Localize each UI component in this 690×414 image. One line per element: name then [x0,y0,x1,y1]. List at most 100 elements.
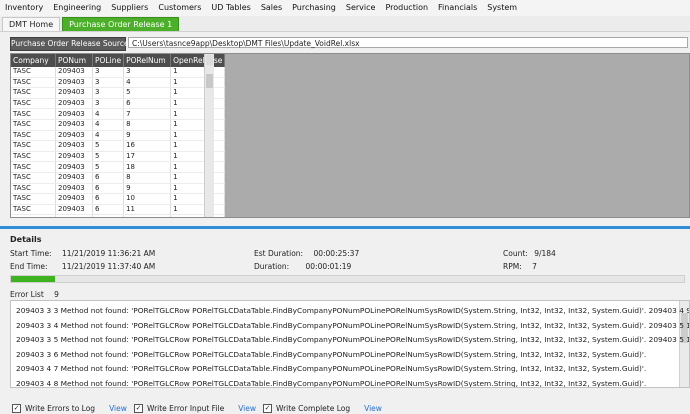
option-checkbox[interactable]: ✓ [263,404,272,413]
table-cell: 3 [92,77,125,89]
column-header-poline[interactable]: POLine [92,54,125,67]
option-label: Write Error Input File [147,404,225,413]
table-row[interactable]: TASC 209403 6 9 1 [11,183,226,195]
table-cell: 6 [92,204,125,216]
error-row[interactable]: 209403 4 8 Method not found: 'PORelTGLCR… [16,377,646,387]
table-cell: 6 [92,183,125,195]
table-cell: 209403 [55,151,93,163]
end-time: End Time: 11/21/2019 11:37:40 AM [10,262,155,271]
table-row[interactable]: TASC 209403 6 8 1 [11,172,226,184]
end-time-value: 11/21/2019 11:37:40 AM [61,262,156,271]
menu-item-ud-tables[interactable]: UD Tables [206,0,255,16]
menu-item-suppliers[interactable]: Suppliers [106,0,153,16]
table-cell: TASC [11,183,56,195]
menu-item-inventory[interactable]: Inventory [0,0,48,16]
table-row[interactable]: TASC 209403 6 11 1 [11,204,226,216]
table-row[interactable]: TASC 209403 3 6 1 [11,98,226,110]
table-cell: 209403 [55,193,93,205]
tab-purchase-order-release[interactable]: Purchase Order Release 1 [62,17,180,31]
main-menu-bar: Inventory Engineering Suppliers Customers UD… [0,0,690,17]
start-time: Start Time: 11/21/2019 11:36:21 AM [10,249,155,258]
menu-item-engineering[interactable]: Engineering [48,0,106,16]
table-cell: 1 [170,77,226,89]
column-header-porelnum[interactable]: PORelNum [123,54,172,67]
menu-item-customers[interactable]: Customers [153,0,206,16]
option-label: Write Complete Log [276,404,351,413]
table-cell: TASC [11,77,56,89]
option-checkbox[interactable]: ✓ [134,404,143,413]
table-cell: 18 [123,161,172,173]
table-cell: TASC [11,67,56,78]
view-log-link[interactable]: View [238,404,256,413]
menu-item-production[interactable]: Production [380,0,433,16]
table-row[interactable]: TASC 209403 4 9 1 [11,130,226,142]
option-2: ✓ Write Complete Log View [263,404,382,413]
table-row[interactable]: TASC 209403 3 4 1 [11,77,226,89]
table-cell: 4 [92,119,125,131]
table-cell: 3 [92,98,125,110]
table-cell: 1 [170,183,226,195]
duration: Duration: 00:00:01:19 [254,262,351,271]
table-row[interactable]: TASC 209403 5 16 1 [11,140,226,152]
menu-item-financials[interactable]: Financials [433,0,482,16]
table-row[interactable]: TASC 209403 5 18 1 [11,161,226,173]
table-row[interactable]: TASC 209403 6 10 1 [11,193,226,205]
error-row[interactable]: 209403 3 6 Method not found: 'PORelTGLCR… [16,348,646,362]
table-cell: 4 [92,130,125,142]
table-row[interactable]: TASC 209403 3 5 1 [11,87,226,99]
table-cell: 16 [123,140,172,152]
menu-item-sales[interactable]: Sales [256,0,287,16]
table-cell: TASC [11,193,56,205]
table-cell: 209403 [55,172,93,184]
menu-item-purchasing[interactable]: Purchasing [287,0,341,16]
table-row[interactable]: TASC2094036121 [11,214,226,217]
view-log-link[interactable]: View [109,404,127,413]
rpm-label: RPM: [503,262,522,271]
table-cell: 1 [170,172,226,184]
menu-item-system[interactable]: System [482,0,522,16]
option-checkbox[interactable]: ✓ [12,404,21,413]
table-cell: 3 [92,67,125,78]
table-cell: 209403 [55,214,93,217]
error-row[interactable]: 209403 3 5 Method not found: 'PORelTGLCR… [16,333,689,347]
rpm: RPM: 7 [503,262,537,271]
count: Count: 9/184 [503,249,556,258]
table-cell: 209403 [55,119,93,131]
error-row[interactable]: 209403 4 7 Method not found: 'PORelTGLCR… [16,362,646,376]
table-cell: 6 [92,214,125,217]
table-row[interactable]: TASC 209403 4 8 1 [11,119,226,131]
view-log-link[interactable]: View [364,404,382,413]
table-cell: TASC [11,130,56,142]
count-label: Count: [503,249,528,258]
table-cell: 1 [170,140,226,152]
table-row[interactable]: TASC 209403 3 3 1 [11,67,226,78]
start-time-value: 11/21/2019 11:36:21 AM [61,249,156,258]
error-row[interactable]: 209403 3 3 Method not found: 'PORelTGLCR… [16,304,689,318]
source-path-field[interactable]: C:\Users\tasnce9app\Desktop\DMT Files\Up… [128,37,688,48]
error-row[interactable]: 209403 3 4 Method not found: 'PORelTGLCR… [16,319,689,333]
panel-splitter[interactable] [0,226,690,229]
option-label: Write Errors to Log [25,404,96,413]
table-cell: 7 [123,108,172,120]
column-header-company[interactable]: Company [11,54,56,67]
grid-scroll-thumb[interactable] [206,74,213,88]
tab-dmt-home[interactable]: DMT Home [2,17,61,31]
grid-vertical-scrollbar[interactable] [204,54,214,217]
table-cell: 209403 [55,98,93,110]
table-cell: 4 [92,108,125,120]
document-tab-bar: DMT Home Purchase Order Release 1 [0,16,690,32]
table-row[interactable]: TASC 209403 5 17 1 [11,151,226,163]
column-header-ponum[interactable]: PONum [55,54,93,67]
table-cell: 209403 [55,87,93,99]
scroll-up-arrow-icon[interactable] [206,55,213,65]
table-row[interactable]: TASC 209403 4 7 1 [11,108,226,120]
table-cell: 5 [123,87,172,99]
column-header-openrelease[interactable]: OpenRelease [170,54,226,67]
progress-bar [10,275,685,283]
table-cell: TASC [11,119,56,131]
menu-item-service[interactable]: Service [341,0,381,16]
table-cell: 209403 [55,67,93,78]
option-1: ✓ Write Error Input File View [134,404,256,413]
source-file-button[interactable]: Purchase Order Release Source... [10,37,136,51]
table-cell: 1 [170,204,226,216]
